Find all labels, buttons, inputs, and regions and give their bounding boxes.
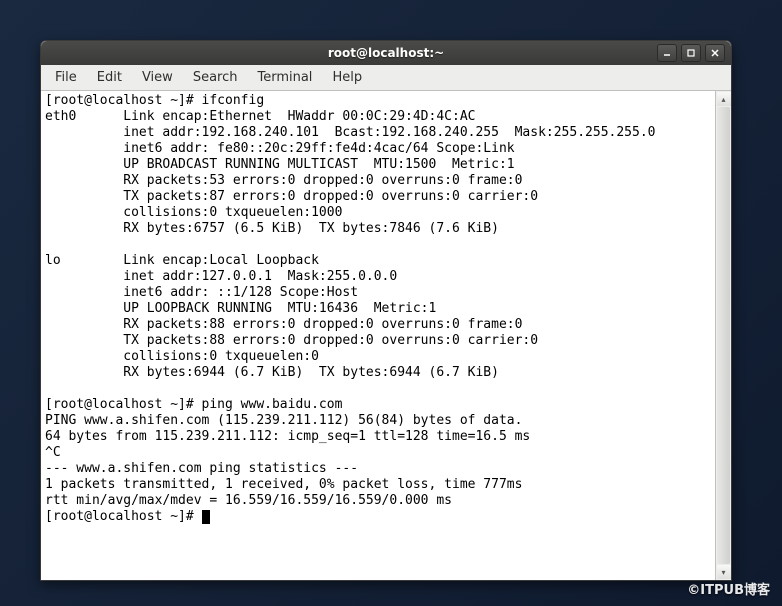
terminal-content[interactable]: [root@localhost ~]# ifconfig eth0 Link e… xyxy=(41,91,715,580)
menu-file[interactable]: File xyxy=(45,67,87,88)
close-button[interactable] xyxy=(705,44,725,62)
terminal-window: root@localhost:~ File Edit View Search T… xyxy=(40,40,732,581)
maximize-button[interactable] xyxy=(681,44,701,62)
menu-terminal[interactable]: Terminal xyxy=(247,67,322,88)
menu-help[interactable]: Help xyxy=(322,67,372,88)
scroll-down-arrow[interactable]: ▾ xyxy=(717,565,731,579)
menu-edit[interactable]: Edit xyxy=(87,67,132,88)
window-title: root@localhost:~ xyxy=(328,46,444,60)
vertical-scrollbar[interactable]: ▴ ▾ xyxy=(715,91,731,580)
terminal-area: [root@localhost ~]# ifconfig eth0 Link e… xyxy=(41,91,731,580)
menubar: File Edit View Search Terminal Help xyxy=(41,65,731,91)
watermark: ©ITPUB博客 xyxy=(687,579,770,598)
minimize-button[interactable] xyxy=(657,44,677,62)
menu-view[interactable]: View xyxy=(132,67,183,88)
titlebar[interactable]: root@localhost:~ xyxy=(41,41,731,65)
menu-search[interactable]: Search xyxy=(183,67,248,88)
window-controls xyxy=(657,44,725,62)
scroll-thumb[interactable] xyxy=(717,107,730,564)
scroll-up-arrow[interactable]: ▴ xyxy=(717,92,731,106)
terminal-cursor xyxy=(202,510,210,524)
